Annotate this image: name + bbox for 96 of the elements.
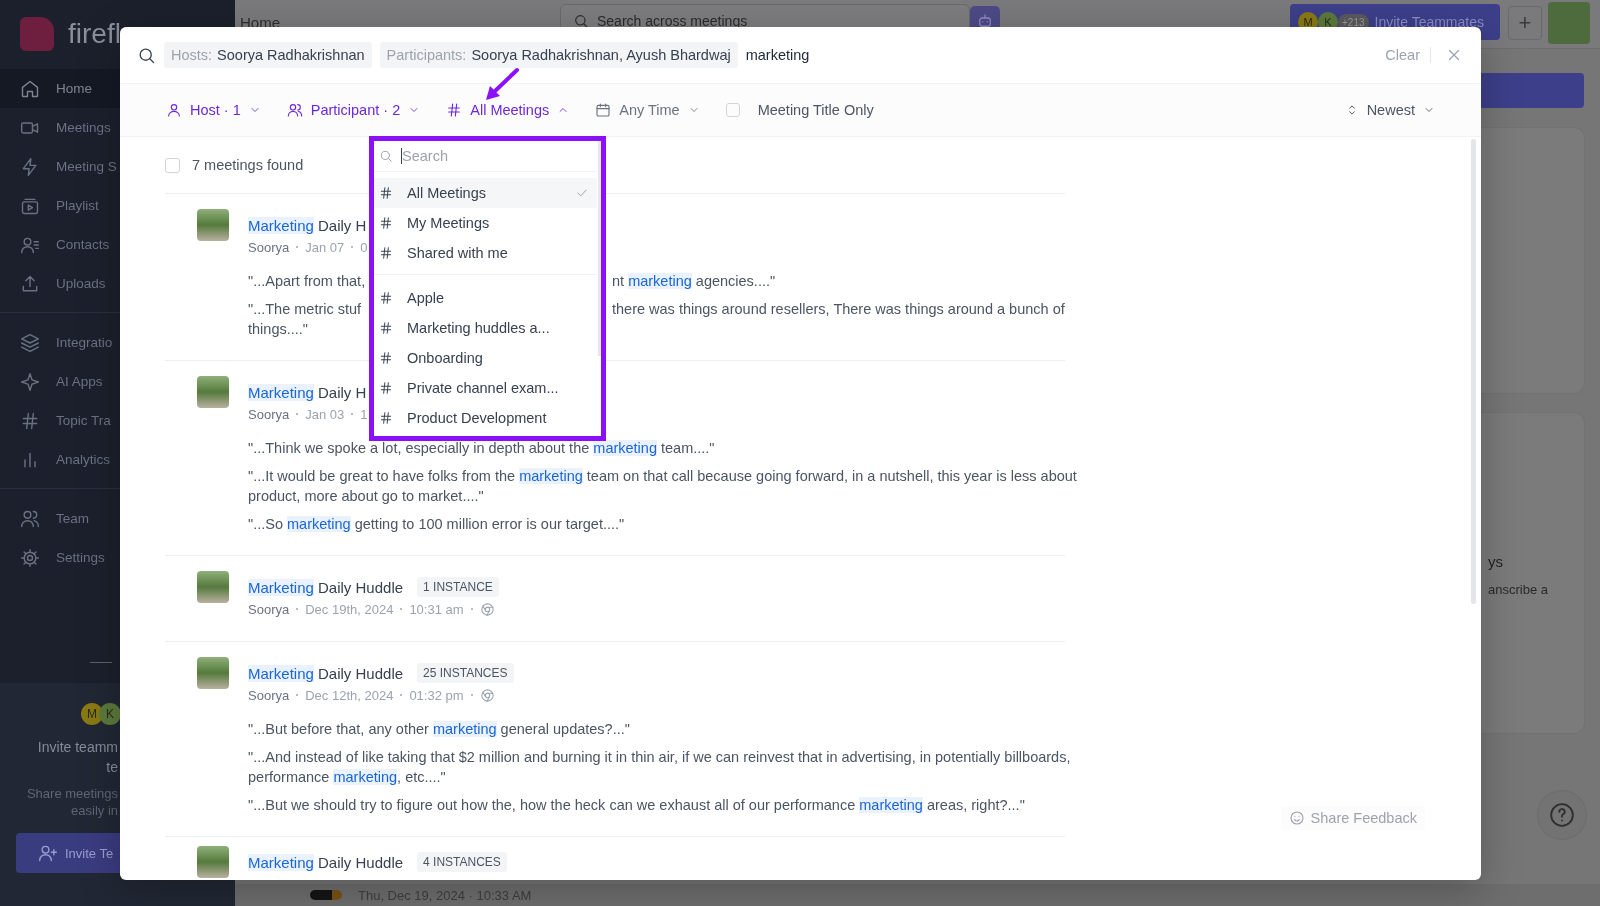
upload-icon: [20, 273, 40, 294]
hash-icon: [379, 411, 393, 425]
sparkle-icon: [20, 371, 40, 392]
help-button[interactable]: [1538, 791, 1586, 839]
meeting-date: Jan 03: [305, 406, 345, 422]
hash-icon: [379, 246, 393, 260]
filter-chip[interactable]: Hosts: Soorya Radhakrishnan: [164, 42, 372, 68]
results-count: 7 meetings found: [192, 157, 304, 173]
transcript-snippet: "...But we should try to figure out how the, how the heck can we exhaust all of our performance marketing areas, right?...": [248, 797, 1025, 813]
dropdown-option[interactable]: My Meetings: [374, 208, 597, 238]
checkbox-label: Meeting Title Only: [757, 102, 874, 118]
search-icon: [379, 149, 393, 163]
dropdown-option[interactable]: Private channel exam...: [374, 373, 597, 403]
people-icon: [286, 102, 303, 118]
meeting-date: Dec 12th, 2024: [305, 687, 394, 703]
recording-indicator: [310, 890, 342, 900]
user-avatar[interactable]: [1548, 2, 1590, 44]
smile-icon: [1288, 810, 1305, 826]
invite-title: te: [106, 758, 118, 777]
calendar-icon: [595, 102, 612, 118]
instance-count: 1 INSTANCE: [417, 577, 499, 597]
search-icon: [573, 13, 589, 29]
search-query[interactable]: marketing: [745, 47, 810, 63]
settings-icon: [20, 547, 40, 568]
filter-dropdown[interactable]: Any Time: [595, 102, 700, 118]
team-icon: [20, 508, 40, 529]
transcript-snippet: nt marketing agencies....": [612, 272, 777, 291]
meeting-date: Jan 07: [305, 239, 345, 255]
filter-dropdown[interactable]: Host · 1: [166, 102, 261, 118]
transcript-snippet: performance marketing, etc....": [248, 769, 446, 785]
logo-text: firefl: [68, 18, 121, 50]
instance-count: 4 INSTANCES: [417, 852, 507, 872]
scrollbar[interactable]: [1471, 139, 1476, 604]
card-heading: ys: [1487, 553, 1504, 570]
hash-icon: [379, 381, 393, 395]
meeting-host: Soorya: [248, 406, 290, 422]
filter-dropdown[interactable]: Participant · 2: [286, 102, 421, 118]
hash-icon: [379, 186, 393, 200]
avatar-photo: [197, 657, 229, 689]
meeting-time: 0: [360, 239, 368, 255]
scrollbar[interactable]: [598, 141, 601, 356]
transcript-snippet: "...Apart from that,: [248, 272, 367, 291]
avatar: M: [81, 703, 103, 725]
hash-icon: [379, 216, 393, 230]
home-icon: [20, 78, 40, 99]
dropdown-option[interactable]: Apple: [374, 283, 597, 313]
invite-title: Invite teamm: [37, 738, 118, 757]
meeting-host: Soorya: [248, 601, 290, 617]
card-text: anscribe a: [1487, 582, 1549, 597]
hash-icon: [20, 410, 40, 431]
transcript-snippet: "...And instead of like taking that $2 million and burning it in thin air, if we can reinvest that in advertising, in potentially billboards,: [248, 749, 1071, 765]
meeting-date: Dec 19th, 2024: [305, 601, 394, 617]
layers-icon: [20, 332, 40, 353]
dropdown-option[interactable]: Marketing huddles a...: [374, 313, 597, 343]
person-icon: [166, 102, 182, 118]
instance-count: 25 INSTANCES: [417, 663, 514, 683]
avatar-photo: [197, 209, 229, 241]
transcript-snippet: there was things around resellers, There was things around a bunch of: [612, 300, 1065, 319]
avatar-photo: [197, 846, 229, 878]
dropdown-option[interactable]: Product Development: [374, 403, 597, 433]
robot-icon: [976, 12, 994, 30]
meeting-time: 1: [360, 406, 368, 422]
sort-dropdown[interactable]: Newest: [1344, 102, 1435, 118]
avatar-photo: [197, 571, 229, 603]
meeting-title[interactable]: Marketing Daily Huddle: [248, 853, 404, 871]
transcript-snippet: product, more about go to market....": [248, 488, 484, 504]
dropdown-option[interactable]: Shared with me: [374, 238, 597, 268]
hash-icon: [379, 321, 393, 335]
transcript-snippet: "...So marketing getting to 100 million error is our target....": [248, 516, 625, 532]
hash-icon: [379, 351, 393, 365]
logo-mark: [20, 17, 54, 51]
avatar-photo: [197, 376, 229, 408]
dropdown-option[interactable]: Onboarding: [374, 343, 597, 373]
hash-icon: [446, 102, 463, 118]
meeting-time: 10:31 am: [409, 601, 464, 617]
avatar: K: [99, 703, 121, 725]
checkbox[interactable]: [725, 103, 740, 117]
transcript-snippet: things....": [248, 321, 308, 337]
dropdown-option[interactable]: All Meetings: [374, 178, 597, 208]
meeting-host: Soorya: [248, 687, 290, 703]
transcript-snippet: "...It would be great to have folks from the marketing team on that call because going forward, in a nutshell, this year is less about: [248, 468, 1077, 484]
transcript-snippet: "...Think we spoke a lot, especially in depth about the marketing team....": [248, 440, 715, 456]
meeting-host: Soorya: [248, 239, 290, 255]
meeting-title[interactable]: Marketing Daily Huddle: [248, 664, 404, 682]
user-plus-icon: [38, 843, 58, 863]
transcript-snippet: "...But before that, any other marketing general updates?...": [248, 721, 630, 737]
meeting-title[interactable]: Marketing Daily Huddle: [248, 578, 404, 596]
invite-text: easily in: [71, 802, 118, 819]
help-icon: [1549, 802, 1575, 828]
annotation-arrow: [486, 68, 519, 100]
filter-dropdown[interactable]: All Meetings: [446, 102, 570, 118]
filter-chip[interactable]: Participants: Soorya Radhakrishnan, Ayush Bhardwaj: [379, 42, 738, 68]
invite-text: Share meetings: [26, 785, 118, 802]
meeting-time: 01:32 pm: [409, 687, 464, 703]
hash-icon: [379, 291, 393, 305]
checkbox[interactable]: [165, 157, 180, 173]
